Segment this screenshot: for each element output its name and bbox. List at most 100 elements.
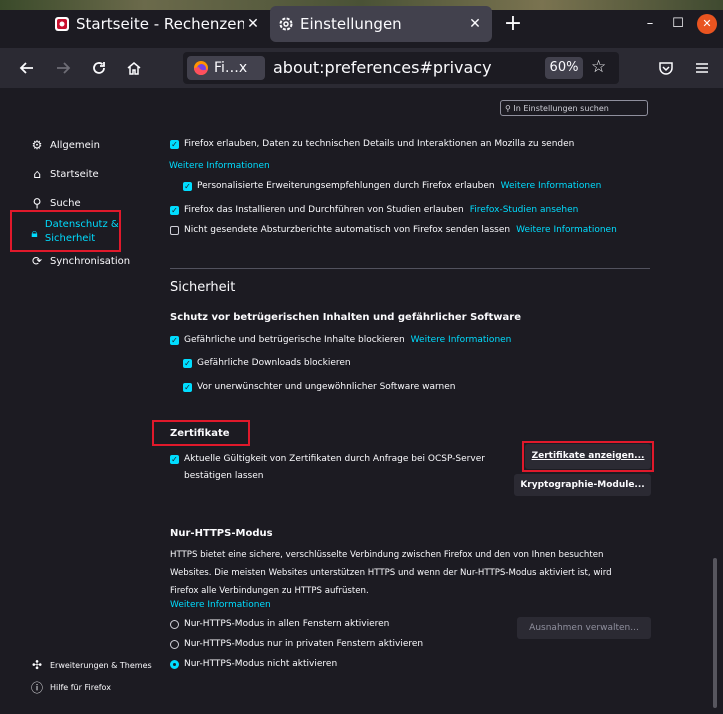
https-only-description: HTTPS bietet eine sichere, verschlüsselt… bbox=[170, 546, 612, 600]
site-favicon-icon bbox=[55, 17, 69, 31]
checkbox-checked[interactable]: ✓ bbox=[170, 139, 179, 149]
checkbox-row-block-dangerous[interactable]: ✓ Gefährliche und betrügerische Inhalte … bbox=[170, 335, 511, 345]
radio-row-https-private[interactable]: Nur-HTTPS-Modus nur in privaten Fenstern… bbox=[170, 639, 423, 649]
view-certificates-button[interactable]: Zertifikate anzeigen... bbox=[525, 444, 651, 469]
back-arrow-icon bbox=[19, 62, 33, 74]
sidebar-item-datenschutz[interactable]: 🔒︎ Datenschutz & Sicherheit bbox=[30, 218, 126, 246]
puzzle-icon: ✣ bbox=[31, 658, 43, 672]
checkbox-label: Firefox das Installieren und Durchführen… bbox=[184, 205, 464, 215]
search-icon: ⚲ bbox=[505, 104, 511, 113]
url-bar[interactable]: Fi…x about:preferences#privacy 60% ☆ bbox=[183, 52, 619, 84]
studies-link[interactable]: Firefox-Studien ansehen bbox=[470, 205, 579, 215]
checkbox-row-ocsp[interactable]: ✓ Aktuelle Gültigkeit von Zertifikaten d… bbox=[170, 451, 485, 485]
sidebar-item-label: Allgemein bbox=[50, 139, 100, 151]
back-button[interactable] bbox=[13, 54, 41, 82]
more-info-link[interactable]: Weitere Informationen bbox=[170, 600, 271, 610]
identity-label: Fi…x bbox=[214, 60, 248, 76]
sidebar-footer-label: Erweiterungen & Themes bbox=[50, 660, 152, 670]
checkbox-label: Aktuelle Gültigkeit von Zertifikaten dur… bbox=[184, 454, 485, 464]
checkbox-checked[interactable]: ✓ bbox=[183, 181, 192, 191]
tab-einstellungen[interactable]: Einstellungen ✕ bbox=[270, 6, 492, 42]
reload-button[interactable] bbox=[85, 54, 113, 82]
radio-selected[interactable] bbox=[170, 659, 179, 669]
preferences-search-input[interactable]: ⚲ In Einstellungen suchen bbox=[500, 100, 648, 116]
zoom-indicator[interactable]: 60% bbox=[545, 57, 583, 79]
description-line: HTTPS bietet eine sichere, verschlüsselt… bbox=[170, 550, 604, 560]
forward-arrow-icon bbox=[57, 62, 71, 74]
sidebar-item-label: Datenschutz & Sicherheit bbox=[44, 219, 119, 244]
lock-icon: 🔒︎ bbox=[31, 226, 38, 240]
search-icon: ⚲ bbox=[32, 196, 42, 210]
sync-icon: ⟳ bbox=[31, 254, 43, 268]
hamburger-menu-icon bbox=[696, 63, 708, 73]
firefox-logo-icon bbox=[194, 61, 208, 75]
new-tab-button[interactable]: + bbox=[500, 10, 526, 38]
more-info-link[interactable]: Weitere Informationen bbox=[169, 161, 270, 171]
menu-button[interactable] bbox=[688, 54, 716, 82]
radio-row-https-off[interactable]: Nur-HTTPS-Modus nicht aktivieren bbox=[170, 659, 337, 669]
checkbox-checked[interactable]: ✓ bbox=[183, 358, 192, 368]
more-info-link[interactable]: Weitere Informationen bbox=[411, 335, 512, 345]
url-text[interactable]: about:preferences#privacy bbox=[273, 58, 492, 77]
sidebar-item-label: Suche bbox=[50, 197, 81, 209]
checkbox-label: Personalisierte Erweiterungsempfehlungen… bbox=[197, 181, 495, 191]
checkbox-row-block-downloads[interactable]: ✓ Gefährliche Downloads blockieren bbox=[183, 358, 351, 368]
checkbox-checked[interactable]: ✓ bbox=[170, 335, 179, 345]
radio-label: Nur-HTTPS-Modus nur in privaten Fenstern… bbox=[184, 639, 424, 649]
description-line: Firefox alle Verbindungen zu HTTPS aufrü… bbox=[170, 586, 369, 596]
radio-row-https-all[interactable]: Nur-HTTPS-Modus in allen Fenstern aktivi… bbox=[170, 619, 389, 629]
section-divider bbox=[170, 268, 650, 269]
security-devices-button[interactable]: Kryptographie-Module... bbox=[514, 474, 651, 496]
forward-button[interactable] bbox=[49, 54, 77, 82]
checkbox-row-crash-reports[interactable]: Nicht gesendete Absturzberichte automati… bbox=[170, 225, 617, 235]
tab-close-icon[interactable]: ✕ bbox=[466, 16, 484, 32]
identity-box[interactable]: Fi…x bbox=[187, 56, 265, 80]
home-button[interactable] bbox=[120, 54, 148, 82]
tab-title: Startseite - Rechenzentrum bbox=[76, 15, 244, 33]
tab-title: Einstellungen bbox=[300, 15, 402, 33]
checkbox-label: Nicht gesendete Absturzberichte automati… bbox=[184, 225, 511, 235]
minimize-button[interactable]: – bbox=[640, 14, 660, 34]
window-close-button[interactable]: ✕ bbox=[697, 14, 717, 34]
tab-strip: Startseite - Rechenzentrum ✕ Einstellung… bbox=[0, 0, 723, 48]
checkbox-label: Firefox erlauben, Daten zu technischen D… bbox=[184, 139, 575, 149]
checkbox-row-studies[interactable]: ✓ Firefox das Installieren und Durchführ… bbox=[170, 205, 578, 215]
more-info-link[interactable]: Weitere Informationen bbox=[516, 225, 617, 235]
checkbox-unchecked[interactable] bbox=[170, 225, 179, 235]
checkbox-checked[interactable]: ✓ bbox=[170, 455, 179, 464]
radio-unselected[interactable] bbox=[170, 639, 179, 649]
checkbox-row-personalized[interactable]: ✓ Personalisierte Erweiterungsempfehlung… bbox=[183, 181, 601, 191]
sidebar-item-label: Synchronisation bbox=[50, 255, 131, 267]
checkbox-row-warn-software[interactable]: ✓ Vor unerwünschter und ungewöhnlicher S… bbox=[183, 382, 455, 392]
checkbox-label: Vor unerwünschter und ungewöhnlicher Sof… bbox=[197, 382, 456, 392]
search-placeholder: In Einstellungen suchen bbox=[513, 104, 609, 113]
security-heading: Sicherheit bbox=[170, 280, 236, 295]
navigation-toolbar: Fi…x about:preferences#privacy 60% ☆ bbox=[0, 48, 723, 88]
checkbox-checked[interactable]: ✓ bbox=[183, 382, 192, 392]
reload-icon bbox=[93, 62, 105, 74]
checkbox-row-technical-data[interactable]: ✓ Firefox erlauben, Daten zu technischen… bbox=[170, 139, 574, 149]
tab-startseite[interactable]: Startseite - Rechenzentrum ✕ bbox=[46, 6, 270, 42]
pocket-button[interactable] bbox=[652, 54, 680, 82]
sidebar-footer-label: Hilfe für Firefox bbox=[50, 683, 111, 692]
manage-exceptions-button[interactable]: Ausnahmen verwalten... bbox=[517, 617, 651, 639]
sidebar-item-synchronisation[interactable]: ⟳ Synchronisation bbox=[30, 254, 130, 268]
sidebar-item-startseite[interactable]: ⌂ Startseite bbox=[30, 167, 98, 181]
sidebar-item-allgemein[interactable]: ⚙ Allgemein bbox=[30, 138, 100, 152]
radio-label: Nur-HTTPS-Modus in allen Fenstern aktivi… bbox=[184, 619, 390, 629]
more-info-link-row[interactable]: Weitere Informationen bbox=[169, 161, 270, 171]
sidebar-extensions-themes[interactable]: ✣ Erweiterungen & Themes bbox=[30, 658, 152, 672]
bookmark-star-icon[interactable]: ☆ bbox=[591, 57, 606, 77]
tab-close-icon[interactable]: ✕ bbox=[244, 16, 262, 32]
home-icon: ⌂ bbox=[33, 167, 41, 181]
sidebar-help[interactable]: ⓘ Hilfe für Firefox bbox=[30, 679, 111, 696]
scrollbar-thumb[interactable] bbox=[713, 558, 717, 708]
home-icon bbox=[127, 62, 141, 75]
checkbox-label: Gefährliche Downloads blockieren bbox=[197, 358, 351, 368]
sidebar-item-suche[interactable]: ⚲ Suche bbox=[30, 196, 81, 210]
maximize-button[interactable]: ☐ bbox=[668, 14, 688, 34]
checkbox-label: bestätigen lassen bbox=[184, 471, 264, 481]
checkbox-checked[interactable]: ✓ bbox=[170, 205, 179, 215]
more-info-link[interactable]: Weitere Informationen bbox=[501, 181, 602, 191]
radio-unselected[interactable] bbox=[170, 619, 179, 629]
